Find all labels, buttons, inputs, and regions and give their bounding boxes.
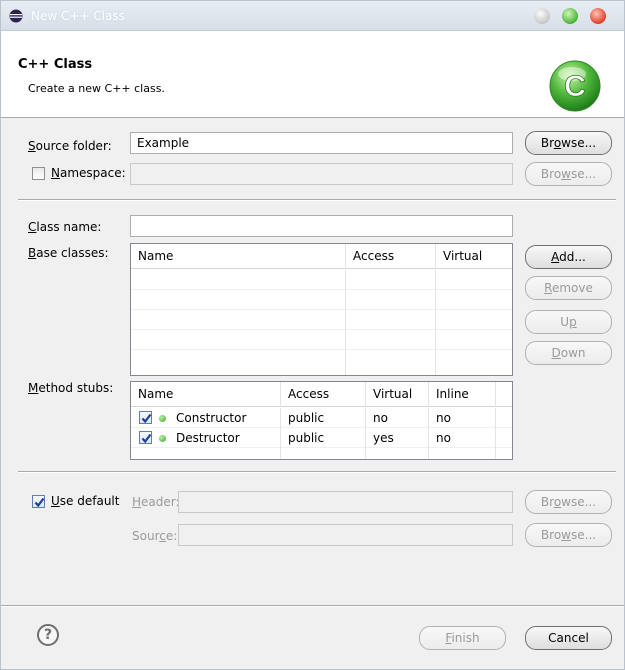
cpp-class-logo-icon: C [549,60,601,112]
table-row [131,330,512,350]
move-down-button[interactable]: Down [525,341,612,365]
column-header-access[interactable]: Access [281,382,366,407]
stub-name: Constructor [176,411,247,425]
maximize-button[interactable] [562,8,578,24]
table-row [131,310,512,330]
stub-inline[interactable]: no [429,408,451,428]
table-row [131,270,512,290]
namespace-checkbox[interactable] [32,167,45,180]
table-row [131,350,512,375]
class-name-label: Class name: [28,220,102,234]
checkmark-icon [34,497,45,508]
method-stubs-header: Name Access Virtual Inline [131,382,512,407]
column-header-access[interactable]: Access [346,244,436,269]
checkmark-icon [141,433,152,444]
source-folder-browse-button[interactable]: Browse... [525,131,612,155]
source-folder-input[interactable]: Example [130,132,513,154]
column-header-inline[interactable]: Inline [429,382,496,407]
cancel-button[interactable]: Cancel [525,626,612,650]
minimize-button[interactable] [534,8,550,24]
base-classes-header: Name Access Virtual [131,244,512,269]
stub-virtual[interactable]: no [366,408,388,428]
stub-access: public [288,431,325,445]
class-name-input[interactable] [130,215,513,237]
header-browse-button[interactable]: Browse... [525,490,612,514]
public-method-icon [159,415,166,422]
table-row[interactable]: Constructor public no no [131,408,512,428]
cpp-logo-letter: C [564,70,586,103]
banner-description: Create a new C++ class. [28,82,165,95]
base-classes-label: Base classes: [28,246,109,260]
base-classes-table[interactable]: Name Access Virtual [130,243,513,376]
move-up-button[interactable]: Up [525,310,612,334]
header-label: Header: [132,495,180,509]
public-method-icon [159,435,166,442]
checkmark-icon [141,413,152,424]
constructor-stub-checkbox[interactable] [139,411,152,424]
method-stubs-table[interactable]: Name Access Virtual Inline Constructor p… [130,381,513,460]
finish-button[interactable]: Finish [419,626,506,650]
use-default-label: Use default [51,494,120,508]
namespace-label: Namespace: [51,166,126,180]
stub-access: public [288,411,325,425]
source-browse-button[interactable]: Browse... [525,523,612,547]
new-cpp-class-dialog: New C++ Class C++ Class Create a new C++… [0,0,625,670]
stub-inline[interactable]: no [429,428,451,448]
separator [18,471,616,473]
table-row [131,290,512,310]
table-row[interactable]: Destructor public yes no [131,428,512,448]
namespace-input[interactable] [130,163,513,185]
column-header-virtual[interactable]: Virtual [436,244,512,269]
stub-name: Destructor [176,431,240,445]
add-base-class-button[interactable]: Add... [525,245,612,269]
column-header-name[interactable]: Name [131,382,281,407]
banner-title: C++ Class [18,57,93,72]
source-label: Source: [132,529,178,543]
source-folder-label: Source folder: [28,139,112,153]
stub-virtual[interactable]: yes [366,428,394,448]
header-file-input[interactable] [178,491,513,513]
source-file-input[interactable] [178,524,513,546]
use-default-checkbox[interactable] [32,495,45,508]
close-button[interactable] [590,8,606,24]
method-stubs-label: Method stubs: [28,381,114,395]
column-header-virtual[interactable]: Virtual [366,382,429,407]
separator [1,605,624,607]
table-row [131,448,512,459]
separator [18,199,616,201]
title-bar[interactable]: New C++ Class [1,1,624,31]
column-header-name[interactable]: Name [131,244,346,269]
window-title: New C++ Class [31,9,125,23]
destructor-stub-checkbox[interactable] [139,431,152,444]
remove-base-class-button[interactable]: Remove [525,276,612,300]
help-icon[interactable]: ? [37,624,59,646]
namespace-browse-button[interactable]: Browse... [525,162,612,186]
wizard-banner: C++ Class Create a new C++ class. C [1,31,624,118]
eclipse-app-icon [9,9,23,23]
